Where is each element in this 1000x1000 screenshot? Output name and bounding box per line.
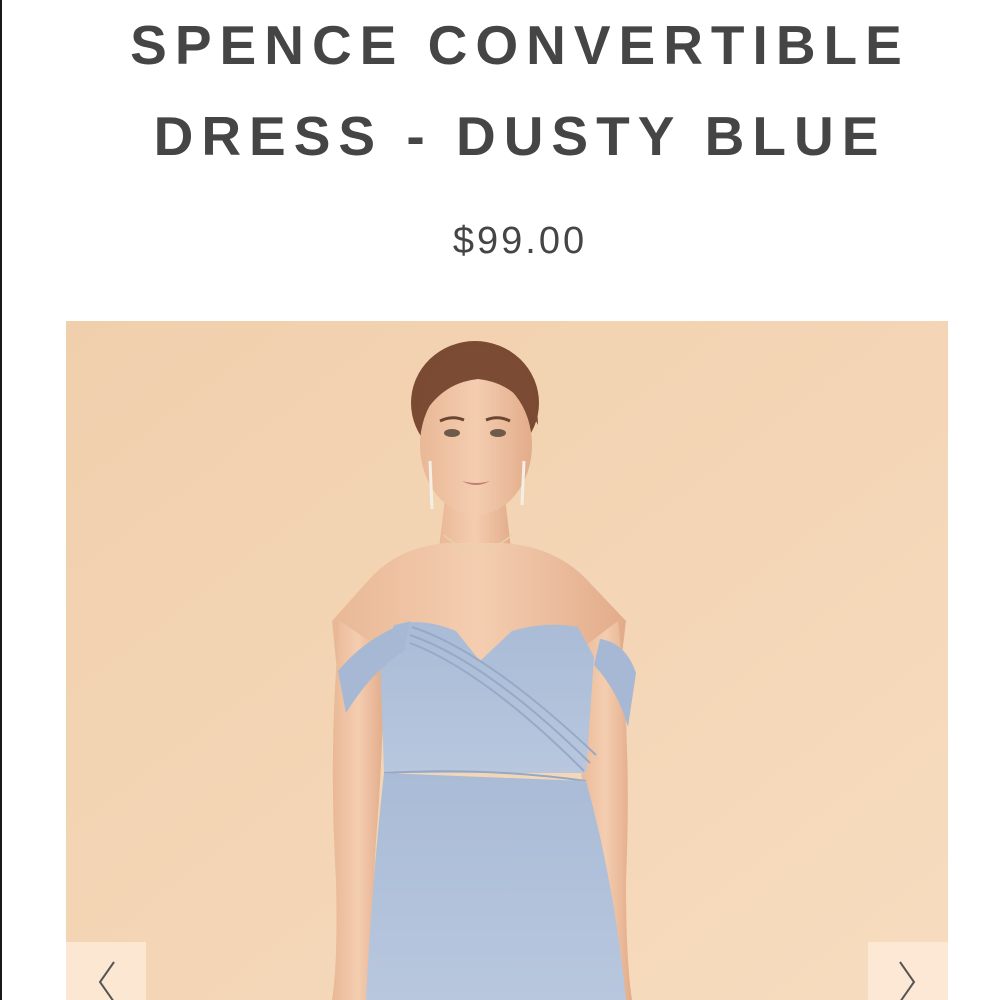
page-left-border [0,0,2,1000]
gallery-prev-button[interactable] [66,942,146,1000]
gallery-next-button[interactable] [868,942,948,1000]
chevron-left-icon [98,961,115,1000]
product-image[interactable] [66,321,948,1000]
product-photo-illustration [66,321,948,1000]
product-price: $99.00 [452,220,588,262]
product-title: SPENCE CONVERTIBLE DRESS - DUSTY BLUE [130,14,910,167]
chevron-right-icon [899,961,916,1000]
